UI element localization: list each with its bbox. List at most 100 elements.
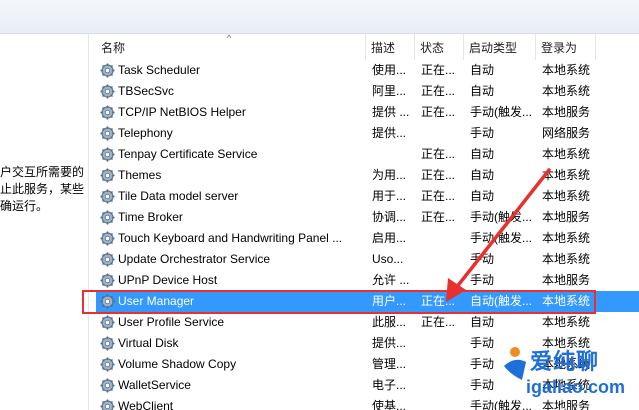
- service-logon-as: 本地系统: [542, 147, 591, 161]
- service-logon-as: 本地系统: [542, 189, 591, 203]
- service-description: 协调...: [372, 210, 407, 224]
- service-status: 正在...: [421, 294, 456, 308]
- service-startup-type: 自动: [470, 147, 495, 161]
- service-startup-type: 手动: [470, 126, 495, 140]
- service-name: User Manager: [118, 294, 195, 308]
- gear-icon: [100, 252, 115, 267]
- service-name: TBSecSvc: [118, 84, 175, 98]
- service-status: [421, 375, 465, 396]
- service-logon-as: 本地系统: [542, 336, 591, 350]
- service-description: [372, 144, 416, 165]
- sort-ascending-icon: ^: [227, 33, 232, 43]
- service-startup-type: 手动(触发...: [470, 210, 532, 224]
- service-logon-as: 本地服务: [542, 210, 591, 224]
- gear-icon: [100, 294, 115, 309]
- gear-icon: [100, 273, 115, 288]
- service-status: [421, 249, 465, 270]
- gear-icon: [100, 231, 115, 246]
- service-startup-type: 自动: [470, 63, 495, 77]
- gear-icon: [100, 168, 115, 183]
- service-status: [421, 333, 465, 354]
- gear-icon: [100, 357, 115, 372]
- gear-icon: [100, 63, 115, 78]
- service-status: [421, 354, 465, 375]
- service-row[interactable]: Virtual Disk 提供... 手动 本地系统: [96, 333, 639, 354]
- service-startup-type: 手动: [470, 336, 495, 350]
- service-name: Telephony: [118, 126, 173, 140]
- service-status: [421, 228, 465, 249]
- service-description: Uso...: [372, 252, 404, 266]
- service-description: 阿里...: [372, 84, 407, 98]
- service-name: Tile Data model server: [118, 189, 239, 203]
- service-row[interactable]: Tile Data model server 用于... 正在... 自动 本地系统: [96, 186, 639, 207]
- service-row[interactable]: Themes 为用... 正在... 自动 本地系统: [96, 165, 639, 186]
- service-description: 此服...: [372, 315, 407, 329]
- service-logon-as: 本地系统: [542, 231, 591, 245]
- service-row[interactable]: WalletService 电子... 手动 本地系统: [96, 375, 639, 396]
- gear-icon: [100, 147, 115, 162]
- service-description-pane: 户交互所需要的 止此服务，某些 确运行。: [0, 34, 89, 410]
- service-name: UPnP Device Host: [118, 273, 218, 287]
- service-row[interactable]: WebClient 使基... 手动(触发... 本地服务: [96, 396, 639, 410]
- column-header-startup-type[interactable]: 启动类型: [464, 34, 536, 60]
- service-name: Task Scheduler: [118, 63, 201, 77]
- service-startup-type: 手动(触发...: [470, 105, 532, 119]
- service-row[interactable]: Touch Keyboard and Handwriting Panel ...…: [96, 228, 639, 249]
- service-row[interactable]: User Manager 用户... 正在... 自动(触发... 本地系统: [96, 291, 639, 312]
- service-startup-type: 手动: [470, 252, 495, 266]
- service-logon-as: 本地系统: [542, 84, 591, 98]
- service-description: 用户...: [372, 294, 407, 308]
- column-header: 名称 描述 状态 启动类型 登录为: [96, 34, 639, 60]
- service-description: 允许 ...: [372, 273, 410, 287]
- gear-icon: [100, 126, 115, 141]
- service-name: Volume Shadow Copy: [118, 357, 237, 371]
- service-row[interactable]: Task Scheduler 使用... 正在... 自动 本地系统: [96, 60, 639, 81]
- service-row[interactable]: TCP/IP NetBIOS Helper 提供 ... 正在... 手动(触发...…: [96, 102, 639, 123]
- service-name: Touch Keyboard and Handwriting Panel ...: [118, 231, 343, 245]
- service-row[interactable]: UPnP Device Host 允许 ... 手动 本地服务: [96, 270, 639, 291]
- service-row[interactable]: Update Orchestrator Service Uso... 手动 本地系统: [96, 249, 639, 270]
- service-description: 提供...: [372, 336, 407, 350]
- service-startup-type: 自动: [470, 84, 495, 98]
- service-status: [421, 123, 465, 144]
- service-description: 电子...: [372, 378, 407, 392]
- service-name: Tenpay Certificate Service: [118, 147, 258, 161]
- service-name: Update Orchestrator Service: [118, 252, 271, 266]
- services-window: 户交互所需要的 止此服务，某些 确运行。 名称 描述 状态 启动类型 登录为 ^…: [0, 0, 639, 410]
- service-name: WalletService: [118, 378, 191, 392]
- service-row[interactable]: Volume Shadow Copy 管理... 手动 本地系统: [96, 354, 639, 375]
- service-status: 正在...: [421, 210, 456, 224]
- service-row[interactable]: Tenpay Certificate Service 正在... 自动 本地系统: [96, 144, 639, 165]
- service-row[interactable]: TBSecSvc 阿里... 正在... 自动 本地系统: [96, 81, 639, 102]
- service-description: 为用...: [372, 168, 407, 182]
- service-description: 用于...: [372, 189, 407, 203]
- service-status: [421, 396, 465, 410]
- column-header-description[interactable]: 描述: [366, 34, 415, 60]
- service-row[interactable]: Time Broker 协调... 正在... 手动(触发... 本地服务: [96, 207, 639, 228]
- service-logon-as: 本地系统: [542, 357, 591, 371]
- service-logon-as: 本地系统: [542, 168, 591, 182]
- service-name: TCP/IP NetBIOS Helper: [118, 105, 246, 119]
- service-startup-type: 手动: [470, 273, 495, 287]
- service-status: 正在...: [421, 168, 456, 182]
- service-description: 使基...: [372, 399, 407, 410]
- column-header-status[interactable]: 状态: [415, 34, 464, 60]
- column-header-logon-as[interactable]: 登录为: [536, 34, 596, 60]
- toolbar-area: [0, 0, 639, 34]
- service-startup-type: 自动: [470, 315, 495, 329]
- service-logon-as: 本地系统: [542, 378, 591, 392]
- service-description: 管理...: [372, 357, 407, 371]
- gear-icon: [100, 378, 115, 393]
- gear-icon: [100, 315, 115, 330]
- gear-icon: [100, 189, 115, 204]
- service-row[interactable]: User Profile Service 此服... 正在... 自动 本地系统: [96, 312, 639, 333]
- service-status: 正在...: [421, 189, 456, 203]
- service-startup-type: 自动: [470, 189, 495, 203]
- service-row[interactable]: Telephony 提供... 手动 网络服务: [96, 123, 639, 144]
- service-description: 提供...: [372, 126, 407, 140]
- service-startup-type: 手动(触发...: [470, 399, 532, 410]
- service-status: [421, 270, 465, 291]
- service-logon-as: 本地服务: [542, 273, 591, 287]
- service-status: 正在...: [421, 147, 456, 161]
- service-logon-as: 本地服务: [542, 399, 591, 410]
